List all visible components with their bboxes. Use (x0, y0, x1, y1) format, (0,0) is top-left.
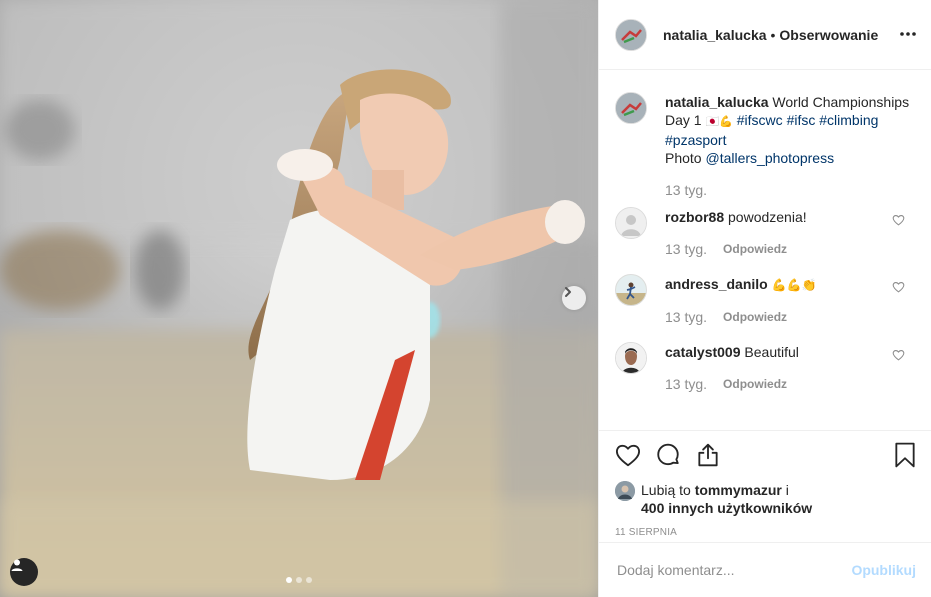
comment-username[interactable]: rozbor88 (665, 209, 724, 225)
hashtag-link[interactable]: #ifsc (787, 112, 816, 128)
comment-item: rozbor88 powodzenia! 13 tyg. Odpowiedz (615, 207, 915, 258)
comments-list: natalia_kalucka World Championships Day … (599, 70, 931, 410)
carousel-dot (306, 577, 312, 583)
hashtag-link[interactable]: #ifscwc (737, 112, 783, 128)
comment-time[interactable]: 13 tyg. (665, 308, 707, 326)
more-options-button[interactable] (899, 26, 917, 47)
likes-mid: i (781, 482, 789, 498)
comment-time[interactable]: 13 tyg. (665, 240, 707, 258)
caption-author-avatar[interactable] (615, 92, 647, 124)
avatar-image (615, 481, 635, 501)
user-icon (11, 559, 23, 571)
caption-meta: 13 tyg. (665, 181, 915, 199)
comment-meta: 13 tyg. Odpowiedz (665, 375, 915, 393)
comment-text: 💪💪👏 (771, 278, 817, 292)
post-header: natalia_kalucka • Obserwowanie (599, 0, 931, 70)
liker-username[interactable]: tommymazur (695, 482, 782, 498)
author-avatar[interactable] (615, 18, 647, 51)
like-comment-button[interactable] (892, 280, 905, 298)
author-username[interactable]: natalia_kalucka (663, 27, 767, 43)
avatar-image (616, 19, 646, 50)
post-date[interactable]: 11 sierpnia (615, 527, 916, 538)
heart-icon (615, 444, 641, 467)
publish-button[interactable]: Opublikuj (851, 562, 916, 578)
comment-input[interactable] (615, 561, 852, 579)
save-button[interactable] (894, 442, 916, 468)
add-comment-bar: Opublikuj (599, 542, 931, 597)
heart-icon (892, 214, 905, 226)
comment-meta: 13 tyg. Odpowiedz (665, 308, 915, 326)
carousel-dot (296, 577, 302, 583)
caption-username[interactable]: natalia_kalucka (665, 94, 769, 110)
like-button[interactable] (615, 443, 641, 467)
avatar-image (616, 275, 646, 305)
bookmark-icon (895, 442, 915, 468)
avatar-image (616, 93, 646, 123)
comment-button[interactable] (655, 442, 681, 468)
carousel-indicator (286, 577, 312, 583)
tagged-users-button[interactable] (10, 558, 38, 586)
caption-emoji: 🇯🇵💪 (705, 116, 733, 128)
climber-photo-illustration (0, 0, 598, 597)
caption-photo-prefix: Photo (665, 150, 706, 166)
ellipsis-icon (900, 32, 916, 36)
share-icon (698, 443, 718, 467)
comment-bubble-icon (657, 443, 679, 466)
reply-button[interactable]: Odpowiedz (723, 240, 787, 258)
commenter-avatar[interactable] (615, 342, 647, 374)
mention-link[interactable]: @tallers_photopress (705, 150, 834, 166)
hashtag-link[interactable]: #climbing (819, 112, 878, 128)
likes-others-link[interactable]: 400 innych użytkowników (641, 500, 812, 516)
comment-text: powodzenia! (728, 209, 807, 225)
likes-text: Lubią to tommymazur i 400 innych użytkow… (641, 481, 812, 517)
default-avatar-icon (616, 208, 646, 238)
hashtag-link[interactable]: #pzasport (665, 132, 726, 148)
likes-summary: Lubią to tommymazur i 400 innych użytkow… (615, 481, 916, 517)
heart-icon (892, 281, 905, 293)
comment-item: andress_danilo 💪💪👏 13 tyg. Odpowiedz (615, 274, 915, 326)
caption: natalia_kalucka World Championships Day … (615, 92, 915, 199)
liker-avatar[interactable] (615, 481, 635, 501)
reply-button[interactable]: Odpowiedz (723, 308, 787, 326)
post-photo[interactable] (0, 0, 598, 597)
carousel-dot-active (286, 577, 292, 583)
comment-username[interactable]: catalyst009 (665, 344, 741, 360)
comment-time[interactable]: 13 tyg. (665, 375, 707, 393)
comment-item: catalyst009 Beautiful 13 tyg. Odpowiedz (615, 342, 915, 393)
commenter-avatar[interactable] (615, 207, 647, 239)
heart-icon (892, 349, 905, 361)
commenter-avatar[interactable] (615, 274, 647, 306)
following-button[interactable]: Obserwowanie (779, 27, 878, 43)
comment-meta: 13 tyg. Odpowiedz (665, 240, 915, 258)
post-side-panel: natalia_kalucka • Obserwowanie natalia_k… (598, 0, 931, 597)
like-comment-button[interactable] (892, 348, 905, 366)
post-actions: Lubią to tommymazur i 400 innych użytkow… (599, 430, 931, 542)
chevron-right-icon (565, 287, 571, 297)
avatar-image (616, 343, 646, 373)
reply-button[interactable]: Odpowiedz (723, 375, 787, 393)
like-comment-button[interactable] (892, 213, 905, 231)
comment-username[interactable]: andress_danilo (665, 276, 768, 292)
comment-text: Beautiful (744, 344, 799, 360)
caption-time[interactable]: 13 tyg. (665, 181, 707, 199)
likes-prefix: Lubią to (641, 482, 695, 498)
next-slide-button[interactable] (562, 286, 586, 310)
header-separator: • (770, 26, 776, 43)
action-icons (615, 441, 916, 469)
share-button[interactable] (695, 442, 721, 468)
